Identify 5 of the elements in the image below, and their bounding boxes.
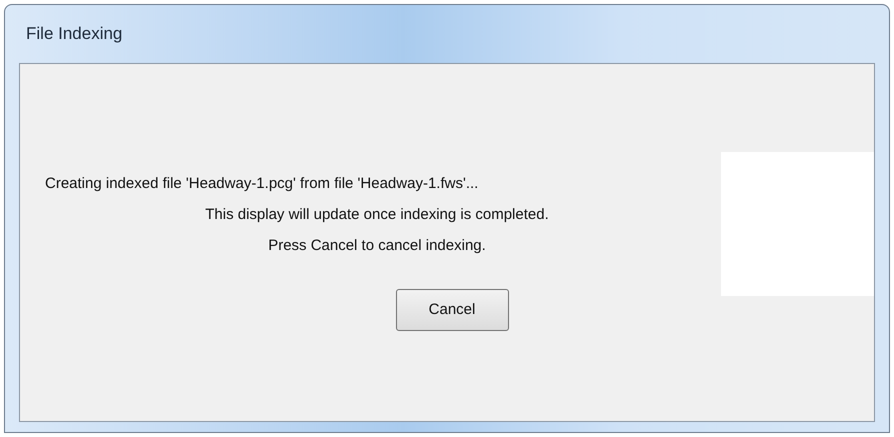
message-text: This display will update once indexing is completed. [205,206,549,223]
message-text: Press Cancel to cancel indexing. [268,237,486,254]
window-title: File Indexing [26,23,122,46]
cancel-button[interactable]: Cancel [396,289,508,331]
message-text: Creating indexed file 'Headway-1.pcg' from file 'Headway-1.fws'... [45,175,478,192]
